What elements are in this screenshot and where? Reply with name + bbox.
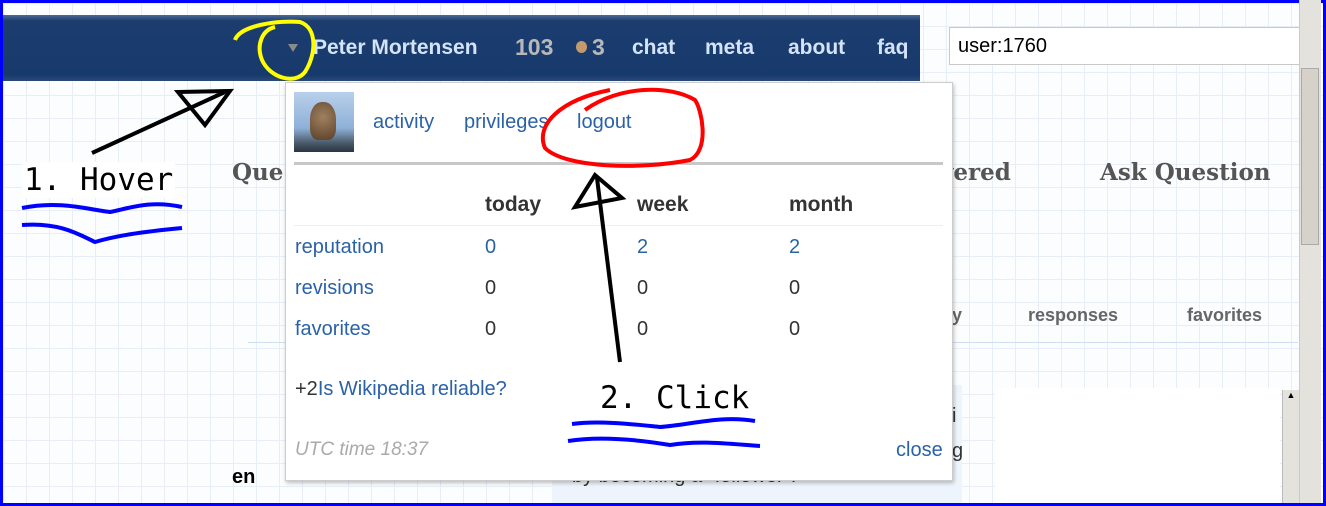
red-circle-annotation — [540, 87, 705, 168]
click-underline-1 — [571, 417, 756, 430]
click-arrow-annotation — [595, 177, 622, 363]
step1-label: 1. Hover — [22, 162, 176, 198]
step2-label: 2. Click — [600, 380, 750, 416]
hover-underline-2 — [21, 222, 183, 245]
yellow-circle-annotation — [233, 19, 316, 81]
hover-underline-1 — [21, 202, 183, 215]
click-underline-2 — [567, 436, 761, 448]
annotation-layer — [21, 19, 761, 448]
